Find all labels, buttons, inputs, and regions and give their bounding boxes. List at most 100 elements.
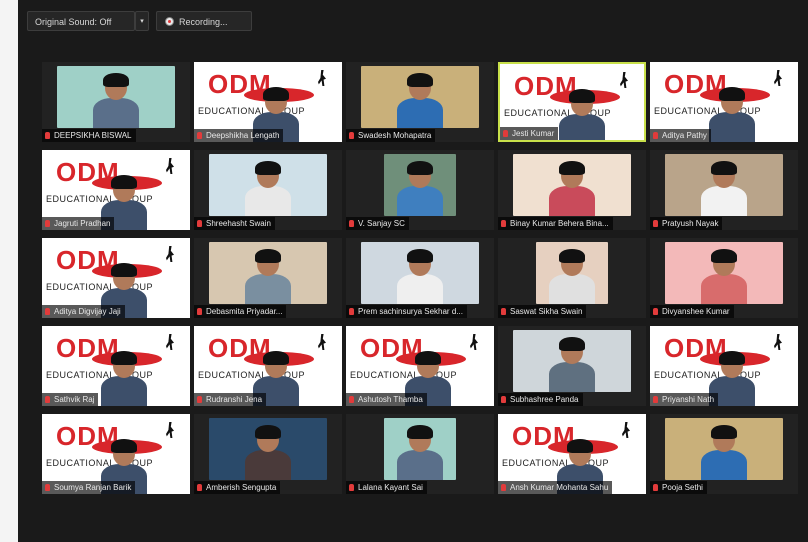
participant-name-bar: Binay Kumar Behera Bina... [498,217,613,230]
participant-video [559,89,605,140]
participant-name: Pooja Sethi [662,483,703,492]
mic-muted-icon [197,396,202,403]
participant-name-bar: Soumya Ranjan Barik [42,481,136,494]
participant-tile[interactable]: ODM EDUCATIONAL GROUP Rudranshi Jena [194,326,342,406]
participant-tile[interactable]: ODM EDUCATIONAL GROUP Jagruti Pradhan [42,150,190,230]
participant-name-bar: Deepshikha Lengath [194,129,284,142]
mic-muted-icon [501,396,506,403]
participant-name: V. Sanjay SC [358,219,405,228]
mic-muted-icon [653,484,658,491]
participant-name: Jesti Kumar [512,129,555,138]
participant-name: Priyanshi Nath [662,395,715,404]
original-sound-button[interactable]: Original Sound: Off [27,11,135,31]
participant-tile[interactable]: DEEPSIKHA BISWAL [42,62,190,142]
participant-video [665,154,783,216]
participant-name: Soumya Ranjan Barik [54,483,132,492]
mic-muted-icon [197,308,202,315]
participant-name: Deepshikha Lengath [206,131,280,140]
participant-tile[interactable]: Shreehasht Swain [194,150,342,230]
participant-figure [93,73,139,128]
participant-name-bar: Divyanshee Kumar [650,305,734,318]
participant-tile[interactable]: ODM EDUCATIONAL GROUP Jesti Kumar [498,62,646,142]
participant-name: Pratyush Nayak [662,219,719,228]
participant-figure [397,425,443,480]
participant-name: Ashutosh Thamba [358,395,423,404]
participant-name-bar: Sathvik Raj [42,393,99,406]
participant-name-bar: Swadesh Mohapatra [346,129,436,142]
participant-figure [245,161,291,216]
mic-muted-icon [653,308,658,315]
participant-name: Amberish Sengupta [206,483,277,492]
participant-name: Saswat Sikha Swain [510,307,583,316]
participant-tile[interactable]: Amberish Sengupta [194,414,342,494]
participant-figure [549,249,595,304]
participant-figure [701,249,747,304]
participant-tile[interactable]: V. Sanjay SC [346,150,494,230]
runner-icon [774,70,782,86]
participant-tile[interactable]: ODM EDUCATIONAL GROUP Aditya Digvijay Jaji [42,238,190,318]
participant-tile[interactable]: Lalana Kayant Sai [346,414,494,494]
participant-video [361,66,479,128]
participant-video [665,242,783,304]
participant-tile[interactable]: Pooja Sethi [650,414,798,494]
participant-name-bar: Debasmita Priyadar... [194,305,287,318]
mic-muted-icon [501,308,506,315]
recording-label: Recording... [179,17,228,27]
participant-tile[interactable]: Pratyush Nayak [650,150,798,230]
participant-name: Debasmita Priyadar... [206,307,283,316]
mic-muted-icon [349,308,354,315]
participant-tile[interactable]: Debasmita Priyadar... [194,238,342,318]
participant-name: Divyanshee Kumar [662,307,730,316]
participant-tile[interactable]: Binay Kumar Behera Bina... [498,150,646,230]
participant-name: Aditya Pathy [662,131,707,140]
runner-icon [166,158,174,174]
participant-figure [397,249,443,304]
participant-tile[interactable]: Prem sachinsurya Sekhar d... [346,238,494,318]
participant-name-bar: Aditya Digvijay Jaji [42,305,125,318]
participant-name-bar: Priyanshi Nath [650,393,719,406]
participant-name: Shreehasht Swain [206,219,271,228]
participant-name: Subhashree Panda [510,395,579,404]
runner-icon [622,422,630,438]
participant-name-bar: V. Sanjay SC [346,217,409,230]
participant-figure [701,161,747,216]
participant-name: Binay Kumar Behera Bina... [510,219,609,228]
mic-muted-icon [197,484,202,491]
participant-tile[interactable]: Subhashree Panda [498,326,646,406]
participant-figure [245,425,291,480]
runner-icon [470,334,478,350]
mic-muted-icon [501,484,506,491]
participant-tile[interactable]: ODM EDUCATIONAL GROUP Aditya Pathy [650,62,798,142]
participant-name: Prem sachinsurya Sekhar d... [358,307,463,316]
participant-tile[interactable]: ODM EDUCATIONAL GROUP Priyanshi Nath [650,326,798,406]
participant-name-bar: DEEPSIKHA BISWAL [42,129,136,142]
participant-tile[interactable]: ODM EDUCATIONAL GROUP Sathvik Raj [42,326,190,406]
participant-video [384,418,456,480]
participant-name-bar: Subhashree Panda [498,393,583,406]
participant-tile[interactable]: Saswat Sikha Swain [498,238,646,318]
chevron-down-icon[interactable]: ▾ [135,11,149,31]
participant-video [709,87,755,142]
participant-name-bar: Amberish Sengupta [194,481,281,494]
participant-tile[interactable]: Swadesh Mohapatra [346,62,494,142]
participant-figure [397,73,443,128]
participant-figure [549,337,595,392]
participant-tile[interactable]: ODM EDUCATIONAL GROUP Soumya Ranjan Barik [42,414,190,494]
participant-name-bar: Rudranshi Jena [194,393,267,406]
record-icon [165,17,174,26]
participant-name-bar: Ansh Kumar Mohanta Sahu [498,481,613,494]
runner-icon [620,72,628,88]
recording-indicator[interactable]: Recording... [156,11,252,31]
participant-tile[interactable]: ODM EDUCATIONAL GROUP Ashutosh Thamba [346,326,494,406]
mic-muted-icon [653,220,658,227]
participant-tile[interactable]: Divyanshee Kumar [650,238,798,318]
participant-tile[interactable]: ODM EDUCATIONAL GROUP Ansh Kumar Mohanta S… [498,414,646,494]
participant-video [513,154,631,216]
participant-figure [701,425,747,480]
runner-icon [774,334,782,350]
participant-video [384,154,456,216]
mic-muted-icon [197,220,202,227]
participant-tile[interactable]: ODM EDUCATIONAL GROUP Deepshikha Lengath [194,62,342,142]
participant-name: DEEPSIKHA BISWAL [54,131,132,140]
mic-muted-icon [197,132,202,139]
